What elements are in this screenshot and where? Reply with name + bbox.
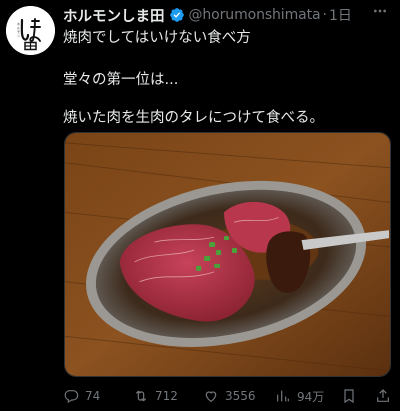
repost-icon — [135, 390, 147, 402]
grilled-meat-photo — [65, 133, 390, 376]
action-bar: 74 712 3556 94万 — [63, 387, 393, 405]
tweet-header: ホルモンしま田 @horumonshimata · 1日 — [63, 5, 393, 25]
view-count: 94万 — [297, 389, 325, 404]
avatar[interactable]: ホ ル モ ン — [6, 6, 55, 55]
reply-button[interactable]: 74 — [63, 387, 100, 405]
post-photo[interactable] — [64, 132, 391, 377]
heart-icon — [205, 391, 217, 403]
views-icon — [277, 390, 289, 402]
share-button[interactable] — [375, 387, 391, 405]
repost-count: 712 — [155, 389, 178, 403]
post-text-line: 堂々の第一位は... — [63, 72, 179, 88]
post-text-line: 焼肉でしてはいけない食べ方 — [63, 30, 251, 46]
verified-badge-icon — [169, 8, 184, 22]
author-name[interactable]: ホルモンしま田 — [63, 5, 165, 26]
post-time[interactable]: 1日 — [329, 5, 352, 25]
more-icon[interactable] — [372, 3, 388, 19]
reply-icon — [64, 390, 79, 404]
views-button[interactable]: 94万 — [275, 387, 324, 405]
like-button[interactable]: 3556 — [203, 387, 256, 405]
post-text-line: 焼いた肉を生肉のタレにつけて食べる。 — [63, 110, 324, 126]
shop-logo-image: ホ ル モ ン — [6, 6, 55, 55]
repost-button[interactable]: 712 — [133, 387, 178, 405]
share-icon — [377, 389, 389, 402]
like-count: 3556 — [225, 389, 256, 403]
svg-text:ン: ン — [17, 34, 20, 38]
bookmark-button[interactable] — [341, 387, 357, 405]
separator-dot: · — [322, 7, 327, 23]
bookmark-icon — [344, 389, 354, 404]
reply-count: 74 — [85, 389, 101, 403]
author-handle[interactable]: @horumonshimata — [189, 7, 321, 23]
